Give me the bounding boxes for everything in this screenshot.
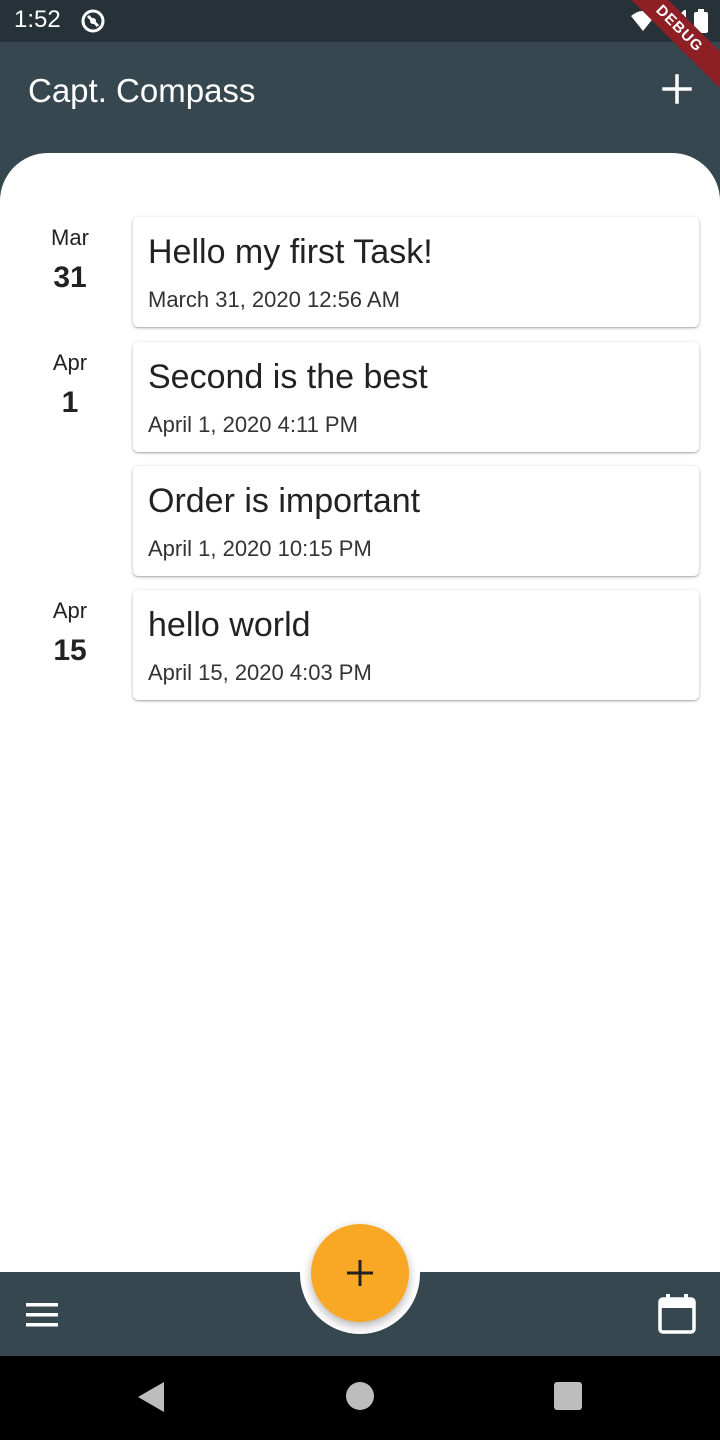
menu-icon[interactable] <box>26 1302 58 1328</box>
status-time: 1:52 <box>14 6 61 33</box>
page-title: Capt. Compass <box>28 72 256 109</box>
task-date: April 15, 2020 4:03 PM <box>148 660 372 685</box>
day-number: 1 <box>61 386 79 419</box>
day-number: 15 <box>53 634 87 667</box>
day-header: Mar 31 <box>26 225 114 295</box>
task-date: April 1, 2020 4:11 PM <box>148 412 358 437</box>
back-icon[interactable] <box>136 1380 166 1414</box>
task-title: hello world <box>148 606 311 644</box>
day-month: Mar <box>51 225 89 250</box>
task-title: Second is the best <box>148 358 428 396</box>
task-card[interactable]: hello world April 15, 2020 4:03 PM <box>133 590 699 700</box>
day-number: 31 <box>53 261 87 294</box>
status-bar: 1:52 <box>0 0 720 42</box>
task-card[interactable]: Second is the best April 1, 2020 4:11 PM <box>133 342 699 452</box>
task-date: March 31, 2020 12:56 AM <box>148 287 400 312</box>
task-title: Hello my first Task! <box>148 233 433 271</box>
app-bar: Capt. Compass <box>0 42 720 162</box>
day-header: Apr 15 <box>26 598 114 668</box>
calendar-icon[interactable] <box>658 1294 696 1334</box>
task-title: Order is important <box>148 482 421 520</box>
day-month: Apr <box>52 598 88 623</box>
day-header: Apr 1 <box>26 350 114 420</box>
task-list-panel: Mar 31 Hello my first Task! March 31, 20… <box>0 153 720 1273</box>
add-task-button[interactable] <box>662 74 692 104</box>
task-date: April 1, 2020 10:15 PM <box>148 536 372 561</box>
task-card[interactable]: Hello my first Task! March 31, 2020 12:5… <box>133 217 699 327</box>
system-navigation-bar <box>0 1356 720 1440</box>
add-task-fab[interactable] <box>311 1224 409 1322</box>
home-icon[interactable] <box>346 1382 374 1410</box>
plus-icon <box>347 1260 373 1286</box>
day-month: Apr <box>52 350 88 375</box>
recents-icon[interactable] <box>554 1382 582 1410</box>
do-not-disturb-icon <box>81 9 105 33</box>
task-card[interactable]: Order is important April 1, 2020 10:15 P… <box>133 466 699 576</box>
